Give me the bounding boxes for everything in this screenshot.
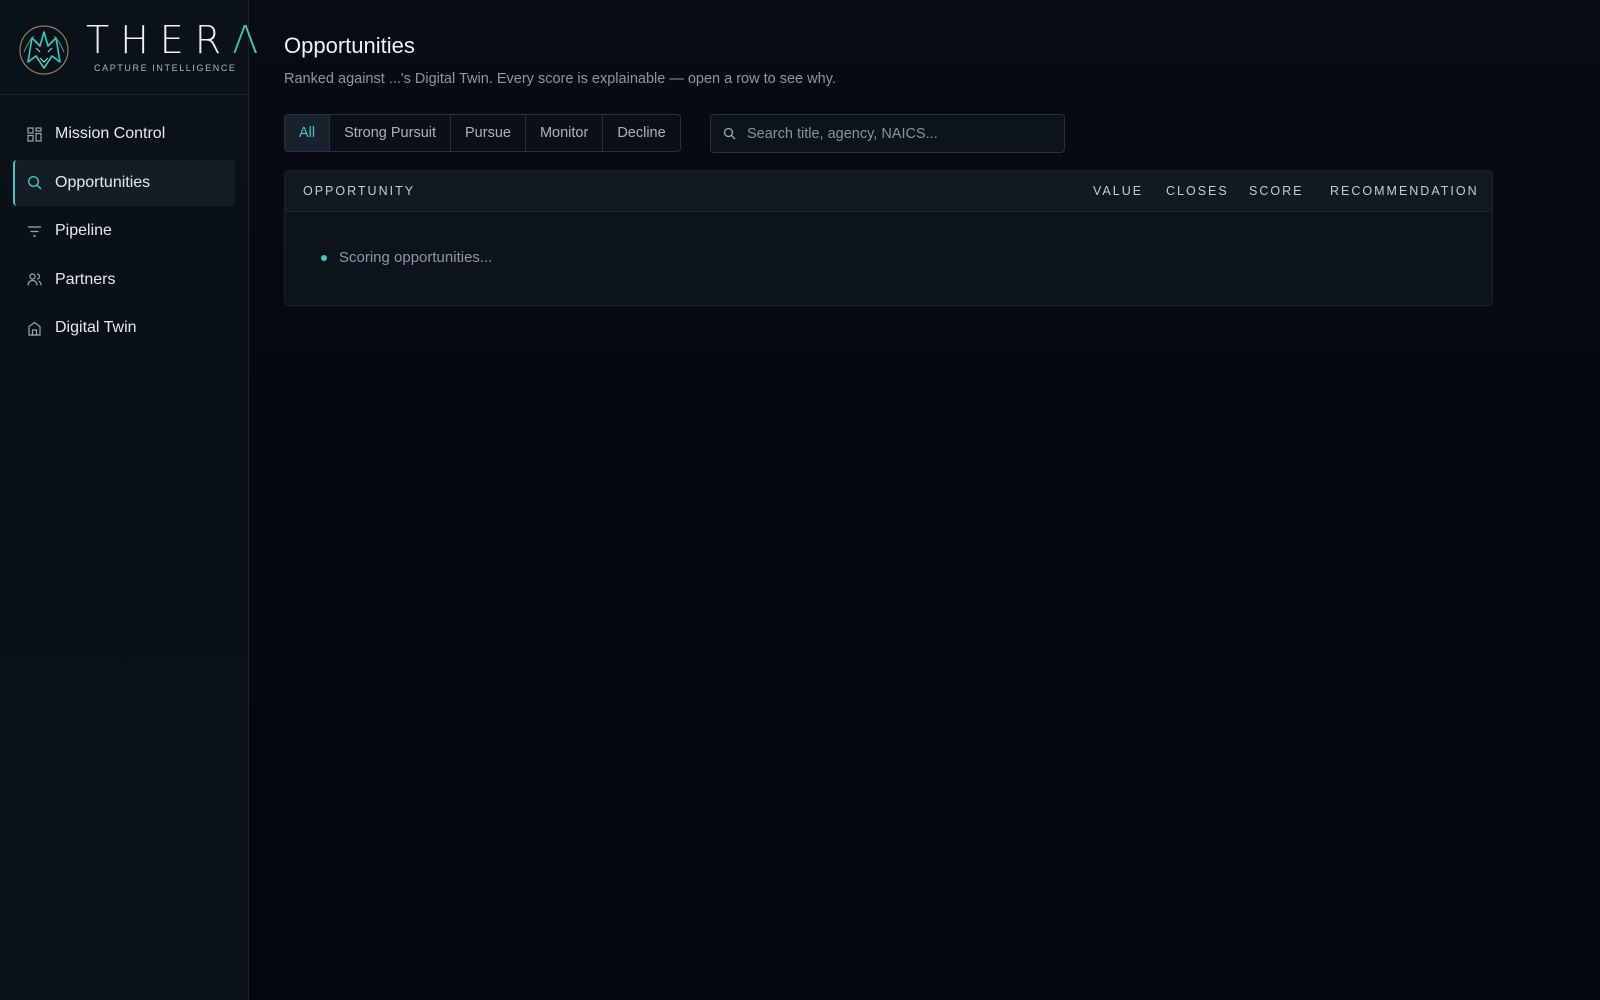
wolf-head-icon [18, 22, 70, 76]
filter-monitor-button[interactable]: Monitor [526, 115, 604, 151]
sidebar-item-label: Digital Twin [55, 319, 137, 336]
sidebar-nav: Mission Control Opportunities Pipeline P… [13, 111, 235, 354]
opportunities-table: OPPORTUNITY VALUE CLOSES SCORE RECOMMEND… [284, 170, 1493, 306]
column-header-value[interactable]: VALUE [1093, 171, 1143, 212]
loading-text: Scoring opportunities... [339, 249, 493, 266]
search-box [710, 114, 1065, 153]
filter-pursue-button[interactable]: Pursue [451, 115, 526, 151]
brand-wordmark-accent: Λ [232, 18, 270, 62]
loading-dot-icon [321, 254, 327, 261]
column-header-opportunity[interactable]: OPPORTUNITY [303, 171, 415, 212]
recommendation-filter-group: All Strong Pursuit Pursue Monitor Declin… [284, 114, 681, 152]
building-icon [27, 321, 42, 336]
brand-wordmark: THERΛ [86, 18, 270, 62]
brand-tagline: CAPTURE INTELLIGENCE [94, 63, 237, 73]
sidebar-item-label: Pipeline [55, 222, 112, 239]
sidebar-item-pipeline[interactable]: Pipeline [13, 208, 235, 254]
brand: THERΛ CAPTURE INTELLIGENCE [0, 0, 258, 95]
column-header-recommendation[interactable]: RECOMMENDATION [1330, 171, 1479, 212]
filter-strong-pursuit-button[interactable]: Strong Pursuit [330, 115, 452, 151]
sidebar-item-mission-control[interactable]: Mission Control [13, 111, 235, 157]
sidebar-item-label: Mission Control [55, 125, 166, 142]
filter-decline-button[interactable]: Decline [603, 115, 679, 151]
sidebar-item-label: Partners [55, 270, 116, 288]
table-header: OPPORTUNITY VALUE CLOSES SCORE RECOMMEND… [285, 171, 1492, 212]
users-icon [27, 272, 42, 287]
sidebar-item-partners[interactable]: Partners [13, 257, 235, 303]
grid-icon [27, 126, 42, 142]
search-icon [723, 127, 736, 140]
page-title: Opportunities [284, 33, 415, 58]
column-header-closes[interactable]: CLOSES [1166, 171, 1229, 212]
page-subtitle: Ranked against ...'s Digital Twin. Every… [284, 71, 836, 87]
sidebar: THERΛ CAPTURE INTELLIGENCE Mission Contr… [0, 0, 258, 1000]
filter-icon [27, 224, 42, 239]
column-header-score[interactable]: SCORE [1249, 171, 1303, 212]
app-root: THERΛ CAPTURE INTELLIGENCE Mission Contr… [0, 0, 1600, 1000]
sidebar-item-label: Opportunities [55, 173, 151, 191]
sidebar-item-opportunities[interactable]: Opportunities [13, 159, 235, 206]
sidebar-item-digital-twin[interactable]: Digital Twin [13, 305, 235, 351]
search-icon [27, 175, 42, 190]
search-input[interactable] [747, 115, 1064, 152]
filter-all-button[interactable]: All [285, 115, 331, 151]
loading-indicator: Scoring opportunities... [321, 249, 492, 266]
